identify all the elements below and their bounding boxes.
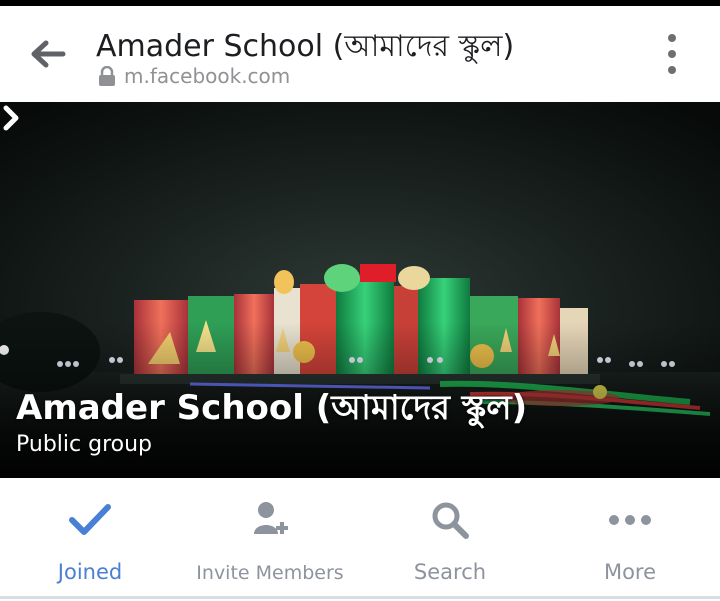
group-cover-photo[interactable]: Amader School (আমাদের স্কুল) Public grou… (0, 102, 720, 478)
search-label: Search (413, 560, 487, 584)
group-action-bar: Joined Invite Members Search More (0, 478, 720, 599)
url-text: m.facebook.com (124, 64, 291, 88)
joined-label: Joined (57, 560, 123, 584)
group-name: Amader School (আমাদের স্কুল) (16, 388, 528, 428)
lock-icon (99, 66, 115, 86)
checkmark-icon (69, 504, 111, 535)
overflow-menu-button[interactable] (660, 34, 684, 74)
chevron-right-icon[interactable] (0, 102, 24, 134)
invite-members-button[interactable]: Invite Members (180, 478, 360, 596)
more-horizontal-icon (609, 515, 651, 525)
browser-header: Amader School (আমাদের স্কুল) m.facebook.… (0, 6, 720, 102)
search-button[interactable]: Search (360, 478, 540, 596)
add-person-icon (254, 502, 288, 534)
arrow-left-icon (31, 40, 66, 68)
joined-button[interactable]: Joined (0, 478, 180, 596)
back-button[interactable] (18, 28, 78, 80)
more-button[interactable]: More (540, 478, 720, 596)
invite-members-label: Invite Members (196, 562, 344, 584)
search-icon (432, 502, 469, 539)
more-vertical-icon (668, 34, 676, 42)
url-bar[interactable]: m.facebook.com (98, 64, 290, 88)
more-label: More (603, 560, 657, 584)
group-privacy: Public group (16, 432, 152, 457)
